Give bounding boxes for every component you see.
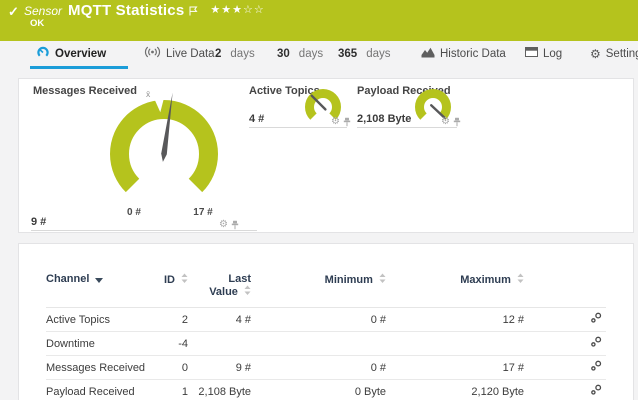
- channel-name: Downtime: [46, 332, 161, 356]
- channel-settings-icon[interactable]: [590, 360, 602, 372]
- tab-log[interactable]: Log: [525, 41, 562, 66]
- flag-icon[interactable]: [189, 3, 198, 21]
- channel-id: 2: [161, 308, 188, 332]
- column-header-minimum[interactable]: Minimum: [251, 273, 386, 308]
- overview-gauges-panel: Messages Received x̄ 0 # 17 # 9 # ⚙ Acti…: [18, 78, 634, 233]
- status-check-icon: ✓: [8, 4, 19, 20]
- priority-star-rating[interactable]: ★★★☆☆: [210, 2, 264, 16]
- stars-empty[interactable]: ☆☆: [243, 4, 265, 16]
- primary-gauge-value: 9 #: [31, 216, 46, 228]
- pin-icon[interactable]: [453, 117, 461, 127]
- tab-2-days-number: 2: [215, 48, 221, 60]
- gauge-cell-divider: [31, 230, 257, 231]
- status-badge: OK: [30, 18, 44, 29]
- channels-table: Channel ID Last Value: [46, 273, 606, 400]
- sort-both-icon: [181, 273, 188, 287]
- gauge-settings-gear-icon[interactable]: ⚙: [331, 117, 340, 127]
- tab-overview-label: Overview: [55, 48, 106, 60]
- gauge-icon: [36, 46, 50, 61]
- payload-gauge-value: 2,108 Byte: [357, 113, 411, 125]
- tab-365-days[interactable]: 365 days: [338, 41, 390, 66]
- channel-name: Payload Received: [46, 380, 161, 400]
- sensor-header: ✓ Sensor MQTT Statistics ★★★☆☆ OK: [0, 0, 638, 41]
- tab-historic-data[interactable]: Historic Data: [421, 41, 506, 66]
- channel-id: -4: [161, 332, 188, 356]
- gear-icon: ⚙: [590, 48, 601, 60]
- stars-filled[interactable]: ★★★: [210, 4, 243, 16]
- channel-name: Messages Received: [46, 356, 161, 380]
- column-header-channel[interactable]: Channel: [46, 273, 161, 308]
- tab-live-data-label: Live Data: [166, 48, 215, 60]
- channel-last-value: 4 #: [188, 308, 251, 332]
- tab-365-days-label: days: [366, 48, 390, 60]
- primary-gauge-actions: ⚙: [219, 220, 239, 230]
- column-header-maximum[interactable]: Maximum: [386, 273, 524, 308]
- channel-maximum: 2,120 Byte: [386, 380, 524, 400]
- tab-30-days-number: 30: [277, 48, 290, 60]
- pin-icon[interactable]: [231, 220, 239, 230]
- channel-minimum: 0 #: [251, 308, 386, 332]
- primary-gauge-max-label: 17 #: [181, 207, 225, 218]
- channel-id: 0: [161, 356, 188, 380]
- active-topics-gauge-value: 4 #: [249, 113, 264, 125]
- channel-last-value: [188, 332, 251, 356]
- channel-settings-icon[interactable]: [590, 312, 602, 324]
- channel-settings-icon[interactable]: [590, 384, 602, 396]
- gauge-cell-divider: [249, 127, 347, 128]
- active-tab-indicator: [30, 66, 128, 69]
- tab-settings[interactable]: ⚙ Settings: [590, 41, 638, 66]
- pin-icon[interactable]: [343, 117, 351, 127]
- tab-30-days-label: days: [299, 48, 323, 60]
- prtg-sensor-page: ✓ Sensor MQTT Statistics ★★★☆☆ OK Overvi…: [0, 0, 638, 400]
- channel-maximum: [386, 332, 524, 356]
- tab-live-data[interactable]: Live Data: [144, 41, 215, 66]
- tab-overview[interactable]: Overview: [36, 41, 106, 66]
- channel-maximum: 12 #: [386, 308, 524, 332]
- column-header-actions: [524, 273, 606, 308]
- channel-minimum: 0 #: [251, 356, 386, 380]
- tab-2-days-label: days: [230, 48, 254, 60]
- tab-365-days-number: 365: [338, 48, 357, 60]
- gauge-settings-gear-icon[interactable]: ⚙: [441, 117, 450, 127]
- channel-id: 1: [161, 380, 188, 400]
- tab-historic-data-label: Historic Data: [440, 48, 506, 60]
- gauge-settings-gear-icon[interactable]: ⚙: [219, 220, 228, 230]
- tab-settings-label: Settings: [606, 48, 638, 60]
- tab-log-label: Log: [543, 48, 562, 60]
- tab-2-days[interactable]: 2 days: [215, 41, 255, 66]
- table-row: Payload Received 1 2,108 Byte 0 Byte 2,1…: [46, 380, 606, 400]
- gauge-cell-divider: [357, 127, 457, 128]
- channels-table-panel: Channel ID Last Value: [18, 243, 634, 400]
- sort-both-icon: [517, 273, 524, 287]
- live-signal-icon: [144, 46, 161, 61]
- area-chart-icon: [421, 47, 435, 61]
- sort-desc-icon: [95, 274, 103, 286]
- tab-bar: Overview Live Data 2 days 30 days 365 days: [0, 41, 638, 71]
- column-header-last-value[interactable]: Last Value: [188, 273, 251, 308]
- sort-both-icon: [379, 273, 386, 287]
- payload-gauge-actions: ⚙: [441, 117, 461, 127]
- table-row: Messages Received 0 9 # 0 # 17 #: [46, 356, 606, 380]
- table-row: Downtime -4: [46, 332, 606, 356]
- column-header-id[interactable]: ID: [161, 273, 188, 308]
- table-row: Active Topics 2 4 # 0 # 12 #: [46, 308, 606, 332]
- active-topics-gauge-actions: ⚙: [331, 117, 351, 127]
- channel-last-value: 9 #: [188, 356, 251, 380]
- log-window-icon: [525, 47, 538, 60]
- channel-name: Active Topics: [46, 308, 161, 332]
- page-title: MQTT Statistics: [68, 2, 184, 19]
- channel-minimum: 0 Byte: [251, 380, 386, 400]
- channel-maximum: 17 #: [386, 356, 524, 380]
- object-type-label: Sensor: [24, 2, 62, 18]
- primary-gauge-min-label: 0 #: [112, 207, 156, 218]
- sort-both-icon: [244, 285, 251, 299]
- average-marker-label: x̄: [146, 89, 151, 99]
- table-header-row: Channel ID Last Value: [46, 273, 606, 308]
- channel-minimum: [251, 332, 386, 356]
- channel-settings-icon[interactable]: [590, 336, 602, 348]
- primary-gauge: x̄: [89, 88, 239, 223]
- channel-last-value: 2,108 Byte: [188, 380, 251, 400]
- tab-30-days[interactable]: 30 days: [277, 41, 323, 66]
